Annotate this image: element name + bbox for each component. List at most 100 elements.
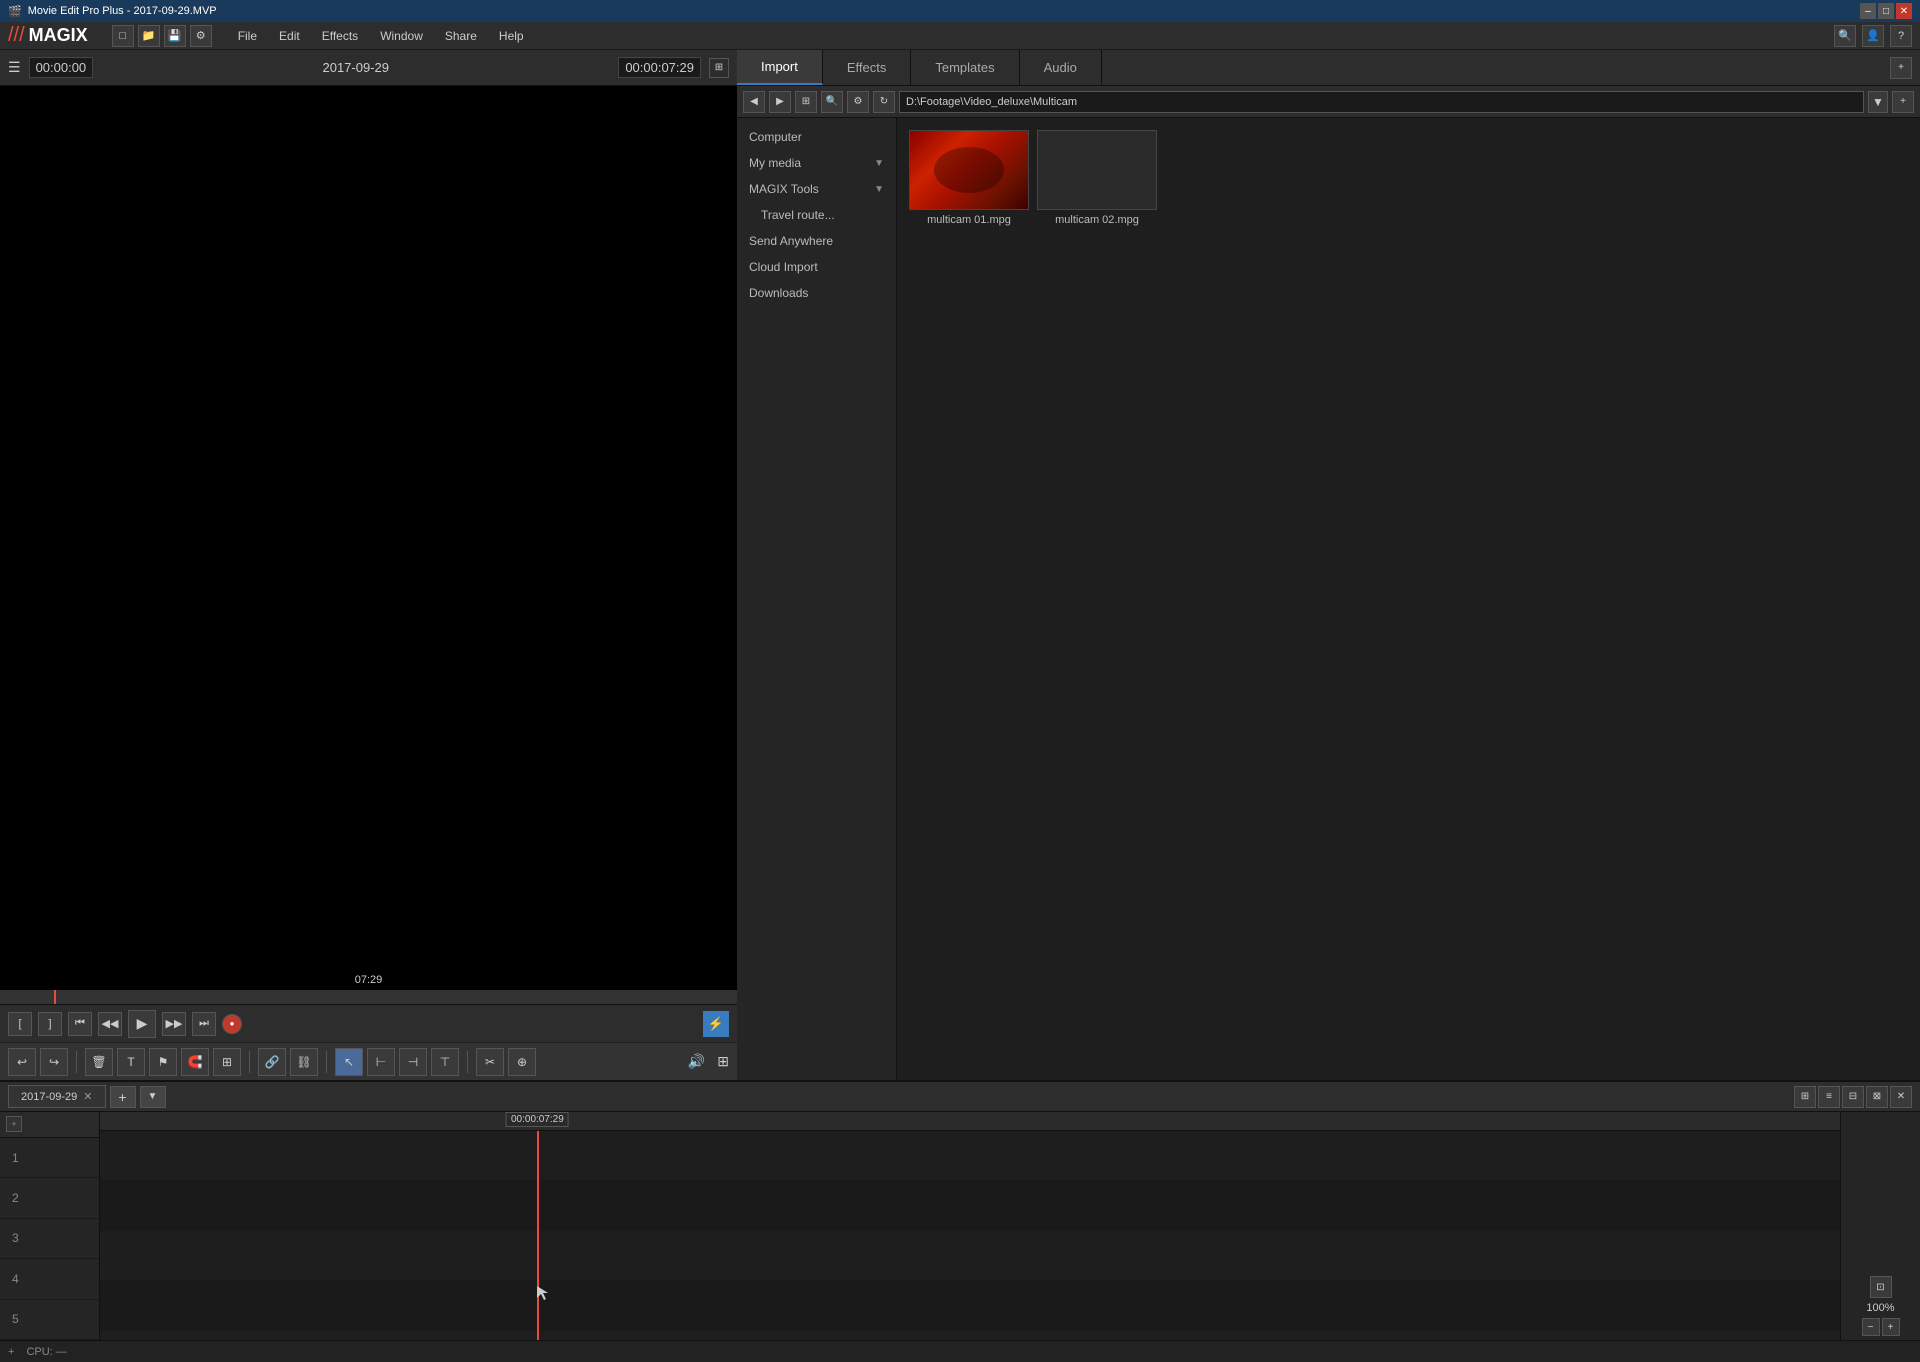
snap-button[interactable]: 🧲 [181, 1048, 209, 1076]
tab-import[interactable]: Import [737, 50, 823, 85]
expand-right-button[interactable]: + [1890, 57, 1912, 79]
timeline-tab-close[interactable]: ✕ [83, 1090, 92, 1103]
magix-tools-label: MAGIX Tools [749, 182, 819, 196]
next-mark-button[interactable]: ⏭ [192, 1012, 216, 1036]
tab-effects[interactable]: Effects [823, 50, 912, 85]
menubar: /// MAGIX □ 📁 💾 ⚙ File Edit Effects Wind… [0, 22, 1920, 50]
menu-effects[interactable]: Effects [312, 25, 368, 47]
split-button[interactable]: ⊤ [431, 1048, 459, 1076]
add-track-status[interactable]: + [8, 1346, 14, 1358]
select-tool-button[interactable]: ↖ [335, 1048, 363, 1076]
timeline-tab-dropdown[interactable]: ▼ [140, 1086, 166, 1108]
play-button[interactable]: ▶ [128, 1010, 156, 1038]
zoom-out-button[interactable]: − [1862, 1318, 1880, 1336]
menu-help[interactable]: Help [489, 25, 534, 47]
preview-time: 07:29 [355, 974, 383, 986]
insert-button[interactable]: ⊕ [508, 1048, 536, 1076]
timeline-tab-main[interactable]: 2017-09-29 ✕ [8, 1085, 106, 1108]
main-container: ☰ 00:00:00 2017-09-29 00:00:07:29 ⊞ 07:2… [0, 50, 1920, 1080]
help-icon[interactable]: ? [1890, 25, 1912, 47]
track-row-3 [100, 1231, 1840, 1281]
add-track-icon[interactable]: + [6, 1116, 22, 1132]
minimize-button[interactable]: – [1860, 3, 1876, 19]
scrubber-indicator [54, 990, 56, 1004]
search-icon[interactable]: 🔍 [1834, 25, 1856, 47]
playhead-time: 00:00:07:29 [506, 1112, 569, 1127]
out-point-button[interactable]: ] [38, 1012, 62, 1036]
in-point-button[interactable]: [ [8, 1012, 32, 1036]
toolbar-separator-3 [326, 1051, 327, 1073]
sidebar-item-computer[interactable]: Computer [737, 124, 896, 150]
menu-window[interactable]: Window [370, 25, 433, 47]
next-button[interactable]: ▶▶ [162, 1012, 186, 1036]
settings-button[interactable]: ⚙ [190, 25, 212, 47]
scissors-button[interactable]: ✂ [476, 1048, 504, 1076]
search-button[interactable]: 🔍 [821, 91, 843, 113]
back-button[interactable]: ◀ [743, 91, 765, 113]
unlink-button[interactable]: ⛓ [290, 1048, 318, 1076]
track-row-1 [100, 1131, 1840, 1181]
sidebar-item-magix-tools[interactable]: MAGIX Tools ▼ [737, 176, 896, 202]
view-timeline-button[interactable]: ≡ [1818, 1086, 1840, 1108]
group-button[interactable]: ⊞ [213, 1048, 241, 1076]
sidebar-item-my-media[interactable]: My media ▼ [737, 150, 896, 176]
send-anywhere-label: Send Anywhere [749, 234, 833, 248]
track-area[interactable] [100, 1131, 1840, 1340]
settings-button[interactable]: ⚙ [847, 91, 869, 113]
save-button[interactable]: 💾 [164, 25, 186, 47]
tab-actions: + [1882, 50, 1920, 85]
open-button[interactable]: 📁 [138, 25, 160, 47]
marker-button[interactable]: ⚑ [149, 1048, 177, 1076]
timeline-body: + 1 2 3 4 5 00:00:07:29 00:00:00:00 00:0… [0, 1112, 1920, 1340]
expand-button[interactable]: ⊞ [709, 58, 729, 78]
undo-button[interactable]: ↩ [8, 1048, 36, 1076]
view-detail-button[interactable]: ⊠ [1866, 1086, 1888, 1108]
menu-file[interactable]: File [228, 25, 267, 47]
path-input[interactable] [899, 91, 1864, 113]
add-timeline-button[interactable]: + [110, 1086, 136, 1108]
redo-button[interactable]: ↪ [40, 1048, 68, 1076]
window-title: Movie Edit Pro Plus - 2017-09-29.MVP [28, 5, 217, 17]
view-multicam-button[interactable]: ⊟ [1842, 1086, 1864, 1108]
media-thumbnail-1 [909, 130, 1029, 210]
zoom-in-button[interactable]: + [1882, 1318, 1900, 1336]
my-media-arrow: ▼ [874, 158, 884, 169]
view-storyboard-button[interactable]: ⊞ [1794, 1086, 1816, 1108]
sidebar-item-downloads[interactable]: Downloads [737, 280, 896, 306]
sidebar-item-travel-route[interactable]: Travel route... [737, 202, 896, 228]
view-button[interactable]: ⊞ [795, 91, 817, 113]
prev-mark-button[interactable]: ⏮ [68, 1012, 92, 1036]
tab-templates[interactable]: Templates [911, 50, 1019, 85]
link-button[interactable]: 🔗 [258, 1048, 286, 1076]
record-button[interactable]: ● [222, 1014, 242, 1034]
delete-button[interactable]: 🗑 [85, 1048, 113, 1076]
maximize-button[interactable]: □ [1878, 3, 1894, 19]
trim-left-button[interactable]: ⊢ [367, 1048, 395, 1076]
trim-right-button[interactable]: ⊣ [399, 1048, 427, 1076]
media-file-1[interactable]: multicam 01.mpg [909, 130, 1029, 226]
sidebar-item-send-anywhere[interactable]: Send Anywhere [737, 228, 896, 254]
text-button[interactable]: T [117, 1048, 145, 1076]
media-file-2[interactable]: multicam 02.mpg [1037, 130, 1157, 226]
close-button[interactable]: ✕ [1896, 3, 1912, 19]
tab-audio[interactable]: Audio [1020, 50, 1102, 85]
menu-edit[interactable]: Edit [269, 25, 310, 47]
new-button[interactable]: □ [112, 25, 134, 47]
prev-button[interactable]: ◀◀ [98, 1012, 122, 1036]
sidebar-item-cloud-import[interactable]: Cloud Import [737, 254, 896, 280]
menu-share[interactable]: Share [435, 25, 487, 47]
timeline-section: 2017-09-29 ✕ + ▼ ⊞ ≡ ⊟ ⊠ ✕ + 1 2 3 4 5 0 [0, 1080, 1920, 1340]
zoom-fit-button[interactable]: ⊡ [1870, 1276, 1892, 1298]
scrubber-bar[interactable] [0, 990, 737, 1004]
import-add-button[interactable]: + [1892, 91, 1914, 113]
path-dropdown[interactable]: ▼ [1868, 91, 1888, 113]
refresh-button[interactable]: ↻ [873, 91, 895, 113]
forward-button[interactable]: ▶ [769, 91, 791, 113]
hamburger-menu[interactable]: ☰ [8, 59, 21, 76]
import-toolbar: ◀ ▶ ⊞ 🔍 ⚙ ↻ ▼ + [737, 86, 1920, 118]
lightning-button[interactable]: ⚡ [703, 1011, 729, 1037]
track-row-2 [100, 1181, 1840, 1231]
account-icon[interactable]: 👤 [1862, 25, 1884, 47]
view-close-button[interactable]: ✕ [1890, 1086, 1912, 1108]
date-display: 2017-09-29 [101, 60, 610, 75]
